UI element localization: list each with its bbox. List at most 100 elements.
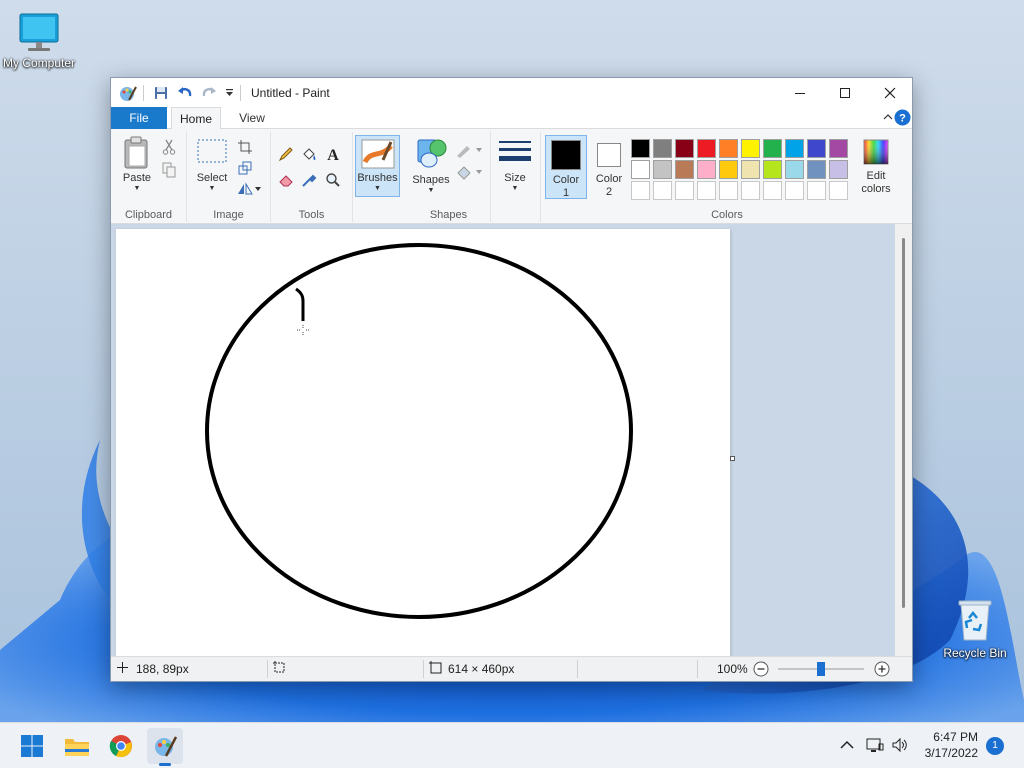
color-swatch[interactable] — [697, 160, 716, 179]
color2-button[interactable]: Color 2 — [589, 135, 629, 199]
paste-button[interactable]: Paste ▼ — [117, 136, 157, 193]
color-swatch[interactable] — [653, 160, 672, 179]
brush-icon — [356, 136, 399, 172]
minimize-button[interactable] — [777, 78, 823, 107]
custom-color-slot[interactable] — [741, 181, 760, 200]
crop-icon[interactable] — [235, 137, 255, 157]
tab-home[interactable]: Home — [171, 107, 221, 130]
fill-icon[interactable] — [299, 144, 319, 164]
zoom-in-button[interactable] — [874, 661, 890, 680]
shapes-button[interactable]: Shapes ▼ — [409, 136, 453, 195]
help-icon[interactable]: ? — [894, 109, 911, 129]
collapse-ribbon-icon[interactable] — [883, 111, 893, 125]
custom-color-slot[interactable] — [697, 181, 716, 200]
pencil-icon[interactable] — [276, 144, 296, 164]
network-icon[interactable] — [866, 736, 884, 757]
size-button[interactable]: Size ▼ — [495, 138, 535, 193]
desktop-icon-my-computer[interactable]: My Computer — [0, 10, 81, 70]
copy-icon[interactable] — [159, 160, 179, 180]
custom-color-slot[interactable] — [763, 181, 782, 200]
chrome-icon[interactable] — [103, 728, 139, 764]
file-explorer-icon[interactable] — [59, 728, 95, 764]
toolbar-separator — [240, 84, 241, 101]
text-icon[interactable]: A — [323, 144, 343, 164]
chevron-down-icon: ▼ — [208, 185, 216, 192]
color1-swatch — [551, 140, 581, 170]
computer-icon — [0, 10, 81, 56]
custom-color-slot[interactable] — [675, 181, 694, 200]
paint-taskbar-icon[interactable] — [147, 728, 183, 766]
color-swatch[interactable] — [829, 160, 848, 179]
zoom-level: 100% — [717, 657, 748, 681]
color-swatch[interactable] — [807, 139, 826, 158]
resize-icon[interactable] — [235, 158, 255, 178]
colors-group: Color 1 Color 2 Edit colors Colors — [543, 132, 911, 222]
paint-app-icon[interactable] — [117, 82, 139, 104]
close-button[interactable] — [867, 78, 913, 107]
status-separator — [577, 660, 578, 678]
cut-icon[interactable] — [159, 137, 179, 157]
canvas-resize-handle[interactable] — [730, 456, 735, 461]
vertical-scrollbar[interactable] — [895, 224, 912, 656]
title-bar[interactable]: Untitled - Paint — [111, 78, 912, 107]
chevron-down-icon: ▼ — [133, 185, 141, 192]
color-swatch[interactable] — [785, 160, 804, 179]
color-swatch[interactable] — [763, 160, 782, 179]
color-swatch[interactable] — [763, 139, 782, 158]
eraser-icon[interactable] — [276, 170, 296, 190]
scrollbar-thumb[interactable] — [902, 238, 905, 608]
color1-button[interactable]: Color 1 — [545, 135, 587, 199]
color-swatch[interactable] — [719, 139, 738, 158]
rotate-icon[interactable] — [235, 179, 263, 199]
custom-color-slot[interactable] — [719, 181, 738, 200]
color-swatch[interactable] — [631, 139, 650, 158]
custom-color-slot[interactable] — [829, 181, 848, 200]
color2-swatch — [597, 143, 621, 167]
start-button[interactable] — [14, 728, 50, 764]
zoom-out-button[interactable] — [753, 661, 769, 680]
active-app-indicator — [159, 763, 171, 766]
color-swatch[interactable] — [829, 139, 848, 158]
zoom-slider[interactable] — [778, 662, 864, 676]
save-icon[interactable] — [150, 82, 172, 104]
select-button[interactable]: Select ▼ — [191, 138, 233, 193]
color-swatch[interactable] — [741, 139, 760, 158]
volume-icon[interactable] — [891, 736, 909, 757]
drawing-canvas[interactable] — [116, 229, 730, 656]
desktop-icon-recycle-bin[interactable]: Recycle Bin — [933, 598, 1017, 660]
show-hidden-icons-button[interactable] — [839, 737, 855, 756]
color-swatch[interactable] — [807, 160, 826, 179]
size-group: Size ▼ — [491, 132, 541, 222]
zoom-slider-thumb[interactable] — [817, 662, 825, 676]
cursor-position-text: 188, 89px — [136, 662, 189, 676]
color-picker-icon[interactable] — [299, 170, 319, 190]
menu-bar: File Home View ? — [111, 107, 912, 130]
color-swatch[interactable] — [741, 160, 760, 179]
magnifier-icon[interactable] — [323, 170, 343, 190]
custom-color-slot[interactable] — [653, 181, 672, 200]
outline-icon[interactable] — [455, 140, 483, 160]
color-swatch[interactable] — [719, 160, 738, 179]
clipboard-group: Paste ▼ Clipboard — [111, 132, 187, 222]
custom-color-slot[interactable] — [785, 181, 804, 200]
customize-toolbar-icon[interactable] — [222, 82, 236, 104]
move-cursor-icon — [117, 662, 128, 676]
maximize-button[interactable] — [822, 78, 868, 107]
color-swatch[interactable] — [697, 139, 716, 158]
redo-icon[interactable] — [198, 82, 220, 104]
color-swatch[interactable] — [785, 139, 804, 158]
undo-icon[interactable] — [174, 82, 196, 104]
tab-view[interactable]: View — [227, 107, 277, 129]
tab-file[interactable]: File — [111, 107, 167, 129]
custom-color-slot[interactable] — [631, 181, 650, 200]
color-swatch[interactable] — [675, 139, 694, 158]
color-swatch[interactable] — [631, 160, 650, 179]
system-clock[interactable]: 6:47 PM 3/17/2022 — [925, 729, 978, 761]
color-swatch[interactable] — [653, 139, 672, 158]
color-swatch[interactable] — [675, 160, 694, 179]
brushes-button[interactable]: Brushes ▼ — [355, 135, 400, 197]
edit-colors-button[interactable]: Edit colors — [855, 138, 897, 196]
custom-color-slot[interactable] — [807, 181, 826, 200]
fill-style-icon[interactable] — [455, 162, 483, 182]
notification-badge[interactable]: 1 — [986, 737, 1004, 755]
